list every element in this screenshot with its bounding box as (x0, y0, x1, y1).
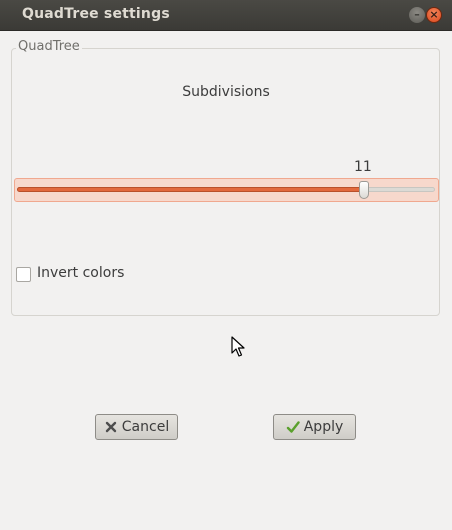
apply-button-label: Apply (303, 419, 344, 435)
slider-value: 11 (354, 159, 372, 175)
cancel-x-icon (105, 421, 116, 433)
cancel-button[interactable]: Cancel (95, 414, 178, 440)
subdivisions-label: Subdivisions (182, 84, 270, 100)
invert-colors-checkbox[interactable] (16, 267, 31, 282)
dialog-window: QuadTree settings – × QuadTree Subdivisi… (0, 0, 452, 530)
slider-fill (17, 187, 364, 192)
mouse-pointer-icon (231, 336, 245, 357)
slider-handle[interactable] (358, 181, 369, 199)
window-title: QuadTree settings (22, 6, 170, 22)
minimize-icon[interactable]: – (409, 7, 425, 23)
checkmark-icon (286, 421, 300, 433)
close-icon[interactable]: × (426, 7, 442, 23)
invert-colors-label[interactable]: Invert colors (37, 265, 124, 281)
group-label: QuadTree (16, 39, 82, 54)
apply-button[interactable]: Apply (273, 414, 356, 440)
cancel-button-label: Cancel (121, 419, 170, 435)
title-bar[interactable]: QuadTree settings – × (0, 0, 452, 31)
